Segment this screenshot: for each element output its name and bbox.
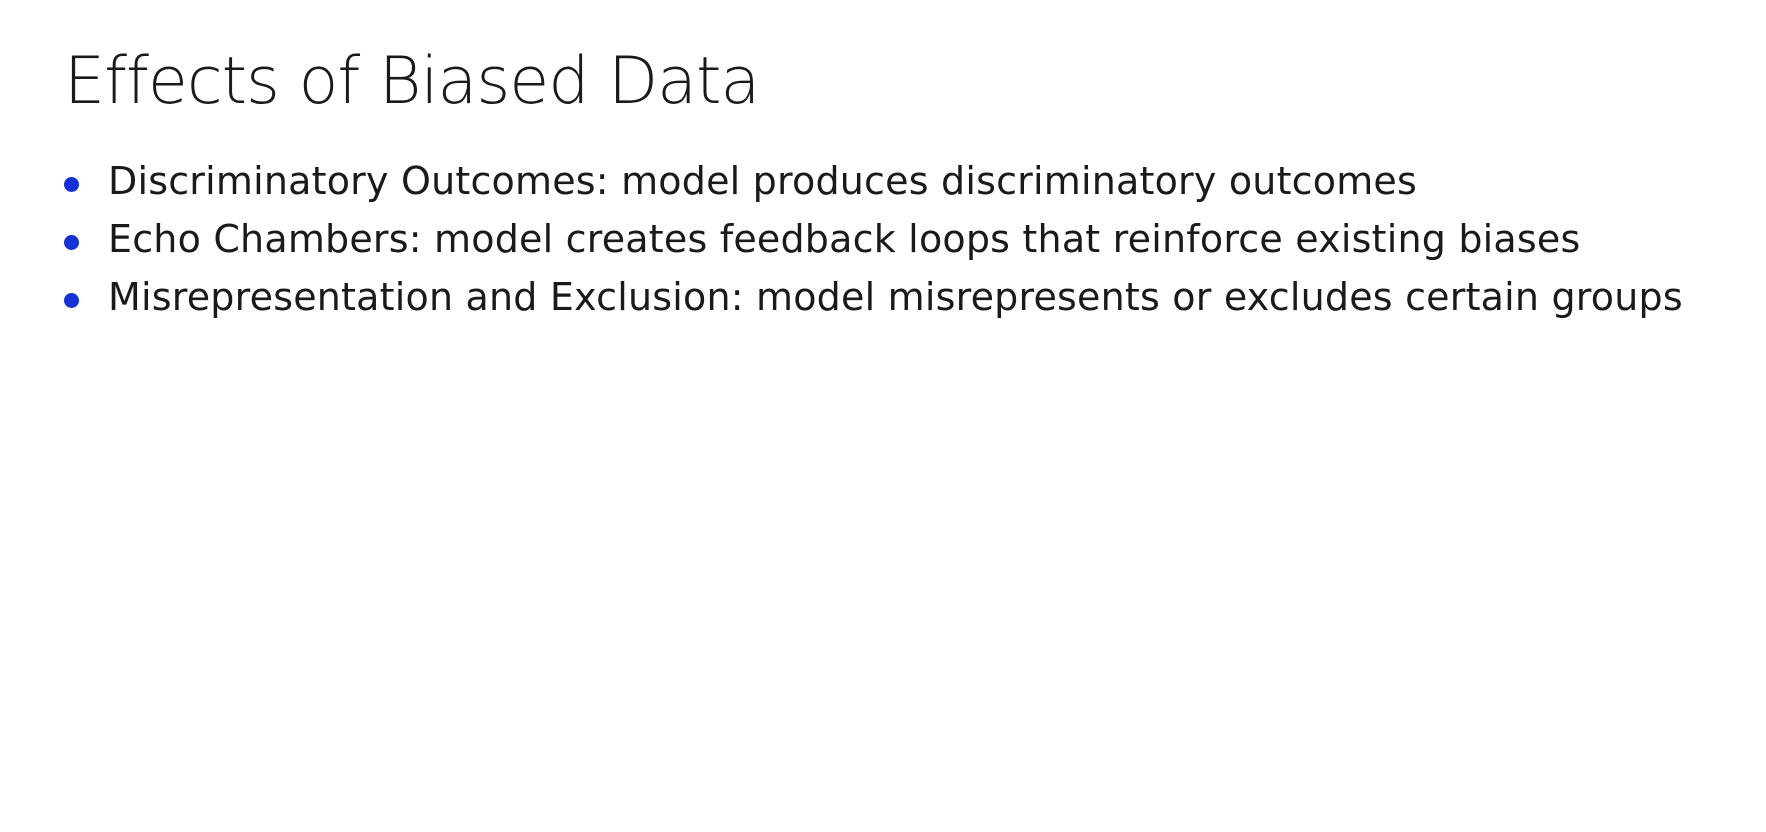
bullet-item-misrepresentation-exclusion: Misrepresentation and Exclusion: model m… xyxy=(58,268,1698,326)
bullet-text: Echo Chambers: model creates feedback lo… xyxy=(108,217,1581,261)
bullet-text: Discriminatory Outcomes: model produces … xyxy=(108,159,1417,203)
bullet-text: Misrepresentation and Exclusion: model m… xyxy=(108,275,1683,319)
bullet-dot-icon xyxy=(64,235,79,250)
slide: Effects of Biased Data Discriminatory Ou… xyxy=(0,0,1766,832)
slide-title: Effects of Biased Data xyxy=(64,44,760,119)
bullet-dot-icon xyxy=(64,293,79,308)
bullet-item-discriminatory-outcomes: Discriminatory Outcomes: model produces … xyxy=(58,152,1698,210)
bullet-dot-icon xyxy=(64,177,79,192)
bullet-list: Discriminatory Outcomes: model produces … xyxy=(58,152,1698,326)
bullet-item-echo-chambers: Echo Chambers: model creates feedback lo… xyxy=(58,210,1698,268)
